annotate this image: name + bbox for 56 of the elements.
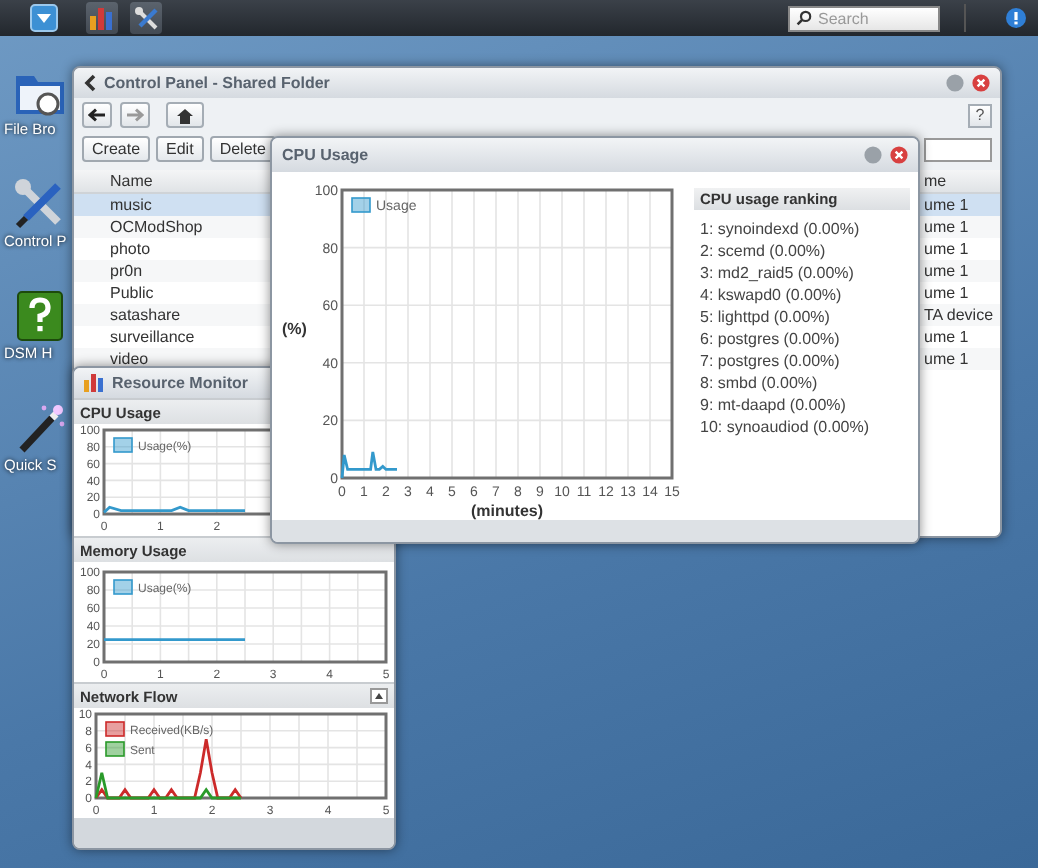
taskbar-button[interactable] [86,2,118,34]
taskbar-button[interactable] [130,2,162,34]
ranking-item: 2: scemd (0.00%) [698,240,828,262]
window-title: Resource Monitor [112,374,249,392]
toolbar-button[interactable]: Edit [156,136,204,162]
ranking-item: 8: smbd (0.00%) [698,372,820,394]
search-icon [796,10,812,26]
axis-title: (%) [282,320,307,338]
legend-swatch [105,721,125,737]
bar-chart-icon [90,7,114,29]
help-icon[interactable] [12,288,68,344]
table-cell: music [110,196,152,214]
table-cell: ume 1 [924,196,969,214]
table-cell: video [110,350,149,368]
toolbar-button[interactable]: Create [82,136,151,162]
window-title: Control Panel - Shared Folder [104,74,330,92]
close-button[interactable] [890,146,908,164]
help-button[interactable]: ? [968,103,992,127]
table-cell: OCModShop [110,218,203,236]
ranking-item: 3: md2_raid5 (0.00%) [698,262,856,284]
legend-swatch [351,197,371,213]
column-header[interactable]: Name [110,172,153,190]
collapse-button[interactable] [370,688,388,704]
ranking-item: 1: synoindexd (0.00%) [698,218,862,240]
ranking-item: 6: postgres (0.00%) [698,328,842,350]
table-cell: ume 1 [924,350,969,368]
table-cell: ume 1 [924,262,969,280]
axis-title: (minutes) [471,502,543,520]
search-field[interactable] [924,137,992,161]
table-cell: pr0n [110,262,143,280]
table-cell: ume 1 [924,218,969,236]
ranking-item: 10: synoaudiod (0.00%) [698,416,871,438]
main-menu-icon[interactable] [30,4,58,32]
ranking-item: 5: lighttpd (0.00%) [698,306,832,328]
legend-swatch [113,579,133,595]
legend-swatch [113,437,133,453]
search-input[interactable]: Search [818,9,928,27]
close-button[interactable] [972,74,990,92]
ranking-item: 7: postgres (0.00%) [698,350,842,372]
ranking-item: 9: mt-daapd (0.00%) [698,394,848,416]
alert-icon[interactable] [1006,8,1026,28]
search-field[interactable]: Search [788,5,940,31]
toolbar-button[interactable]: Delete [209,136,276,162]
home-button[interactable] [166,102,204,128]
column-header[interactable]: me [924,172,947,190]
table-cell: satashare [110,306,181,324]
bar-chart-icon [84,374,104,392]
tools-icon [133,5,159,31]
window-title: CPU Usage [282,146,369,164]
legend-swatch [105,741,125,757]
table-cell: TA device [924,306,994,324]
forward-arrow-icon [126,108,144,122]
back-button[interactable] [82,102,112,128]
back-arrow-icon [88,108,106,122]
home-icon [176,107,194,123]
ranking-item: 4: kswapd0 (0.00%) [698,284,844,306]
